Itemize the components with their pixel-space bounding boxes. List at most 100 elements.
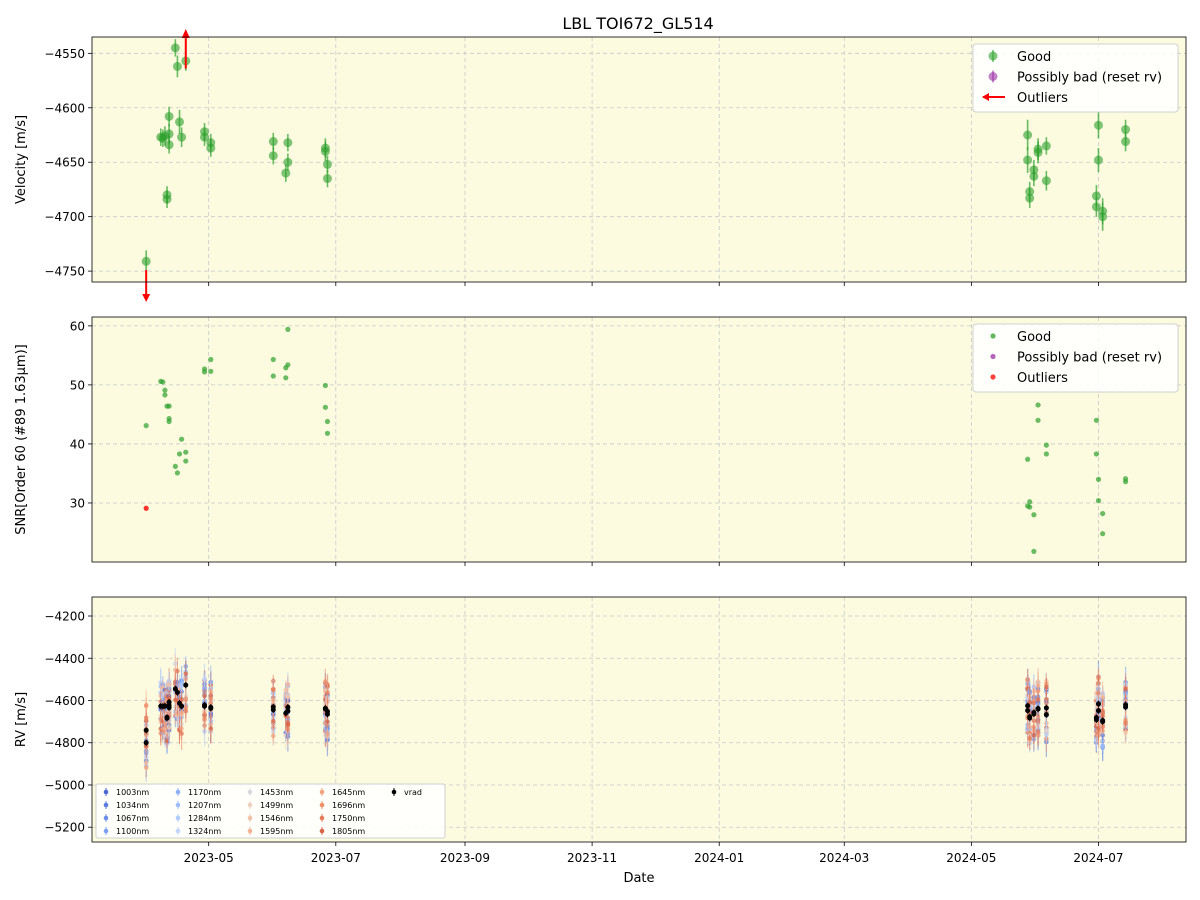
wavelength-point bbox=[1123, 730, 1128, 735]
wavelength-point bbox=[1031, 732, 1037, 738]
data-point-good bbox=[1100, 510, 1106, 517]
vrad-point bbox=[1123, 704, 1129, 710]
snr-panel: 30 40 50 60 SNR[Order 60 (#89 1.63μm)] Good Po… bbox=[14, 316, 1187, 566]
data-point-outlier bbox=[143, 505, 149, 511]
legend-marker bbox=[175, 802, 181, 808]
vrad-point bbox=[208, 705, 214, 711]
data-point-good bbox=[322, 174, 332, 184]
legend-label: Possibly bad (reset rv) bbox=[1017, 351, 1162, 366]
legend: Good Possibly bad (reset rv) Outliers bbox=[972, 43, 1179, 113]
data-point-good bbox=[1095, 498, 1102, 504]
data-point-good bbox=[283, 138, 293, 148]
legend-marker bbox=[990, 353, 996, 360]
data-point-good bbox=[1033, 144, 1043, 154]
data-point-good bbox=[175, 117, 185, 127]
vrad-point bbox=[1100, 719, 1106, 725]
legend-label: 1003nm bbox=[116, 788, 149, 797]
wavelength-point bbox=[202, 693, 207, 699]
data-point-good bbox=[1043, 451, 1049, 457]
data-point-good bbox=[320, 143, 330, 153]
vrad-point bbox=[179, 703, 185, 709]
data-point-good bbox=[164, 140, 174, 150]
wavelength-point bbox=[179, 683, 184, 689]
wavelength-point bbox=[1027, 735, 1033, 741]
legend-label: 1546nm bbox=[260, 814, 293, 823]
data-point-good bbox=[164, 111, 174, 121]
legend-marker bbox=[988, 51, 998, 61]
vrad-point bbox=[166, 705, 172, 711]
vrad-point bbox=[1025, 708, 1031, 714]
data-point-good bbox=[1093, 417, 1099, 423]
legend-label: 1324nm bbox=[188, 827, 221, 836]
data-point-good bbox=[1029, 171, 1039, 181]
x-tick-label: 2024-07 bbox=[1073, 851, 1123, 865]
data-point-good bbox=[1035, 417, 1041, 423]
data-point-good bbox=[177, 132, 187, 142]
legend-label: 1595nm bbox=[260, 827, 293, 836]
data-point-good bbox=[1095, 476, 1102, 482]
data-point-good bbox=[208, 368, 214, 374]
data-point-good bbox=[1031, 512, 1037, 518]
data-point-good bbox=[1025, 193, 1035, 203]
wavelength-point bbox=[1044, 696, 1049, 702]
legend-label: 1100nm bbox=[116, 827, 149, 836]
legend-marker bbox=[319, 828, 325, 834]
vrad-point bbox=[1027, 715, 1033, 721]
data-point-good bbox=[283, 157, 293, 167]
legend-marker bbox=[103, 789, 109, 795]
data-point-good bbox=[201, 369, 208, 375]
velocity-panel: −4750 −4700 −4650 −4600 −4550 Velocity [m/s] G… bbox=[14, 29, 1187, 302]
legend-marker bbox=[103, 828, 109, 834]
data-point-good bbox=[270, 356, 276, 363]
vrad-point bbox=[1095, 701, 1101, 707]
vrad-point bbox=[324, 711, 330, 717]
legend-marker bbox=[103, 815, 109, 821]
y-tick-label: −4750 bbox=[44, 265, 85, 279]
y-tick-label: −4550 bbox=[44, 47, 85, 61]
data-point-good bbox=[1025, 456, 1031, 462]
legend-label: 1067nm bbox=[116, 814, 149, 823]
data-point-good bbox=[170, 43, 180, 53]
vrad-point bbox=[1035, 706, 1041, 712]
y-tick-label: −4200 bbox=[44, 610, 85, 624]
data-point-good bbox=[1027, 499, 1033, 505]
data-point-good bbox=[172, 61, 182, 71]
legend-marker bbox=[103, 802, 109, 808]
y-tick-label: −4700 bbox=[44, 210, 85, 224]
wavelength-point bbox=[1123, 686, 1128, 692]
data-point-good bbox=[1093, 155, 1103, 165]
data-point-good bbox=[281, 168, 291, 178]
figure: LBL TOI672_GL514 −4750 −4700 −4650 −4600 −45… bbox=[14, 14, 1187, 886]
legend-marker bbox=[175, 828, 181, 834]
wavelength-point bbox=[202, 712, 207, 718]
x-tick-label: 2023-09 bbox=[440, 851, 490, 865]
wavelength-point bbox=[1100, 744, 1105, 749]
data-point-good bbox=[324, 418, 331, 425]
data-point-good bbox=[1100, 531, 1106, 537]
wavelength-point bbox=[175, 668, 180, 674]
legend: Good Possibly bad (reset rv) Outliers bbox=[972, 323, 1179, 393]
legend-label: Good bbox=[1017, 50, 1051, 65]
wavelength-point bbox=[325, 719, 330, 724]
y-tick-label: −4600 bbox=[44, 101, 85, 115]
y-axis-label: Velocity [m/s] bbox=[14, 115, 29, 204]
data-point-good bbox=[206, 143, 216, 153]
vrad-point bbox=[270, 707, 276, 713]
y-tick-label: −4650 bbox=[44, 156, 85, 170]
legend-marker bbox=[247, 789, 253, 795]
wavelength-point bbox=[183, 708, 189, 714]
data-point-good bbox=[1031, 548, 1037, 554]
data-point-good bbox=[322, 404, 328, 410]
data-point-good bbox=[1035, 402, 1041, 408]
data-point-good bbox=[270, 373, 276, 379]
wavelength-point bbox=[325, 690, 330, 696]
data-point-good bbox=[208, 356, 214, 363]
data-point-good bbox=[285, 326, 291, 332]
legend-label: 1170nm bbox=[188, 788, 221, 797]
legend-label: vrad bbox=[404, 788, 422, 797]
data-point-good bbox=[183, 449, 189, 455]
wavelength-point bbox=[208, 726, 214, 731]
data-point-good bbox=[1023, 130, 1033, 140]
data-point-good bbox=[174, 470, 181, 476]
wavelength-point bbox=[143, 765, 149, 770]
